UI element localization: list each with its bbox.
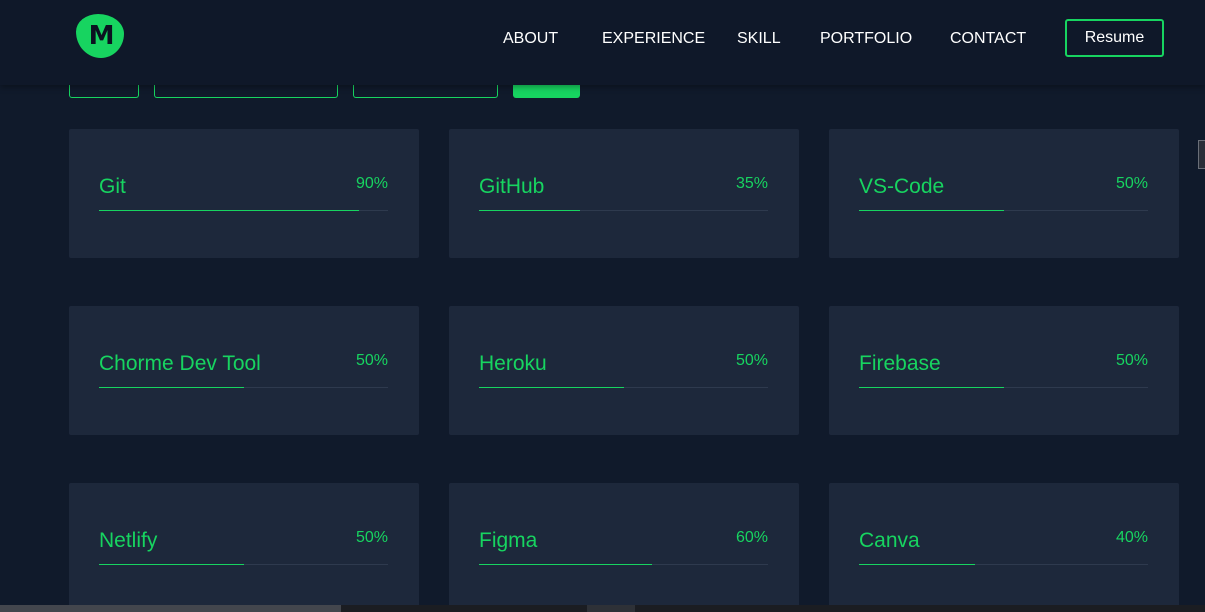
skill-name: Git (99, 175, 126, 198)
skill-card: Canva 40% (829, 483, 1179, 612)
skill-progress-fill (859, 387, 1004, 388)
nav-link-about[interactable]: ABOUT (503, 30, 558, 48)
logo-letter: M (88, 21, 115, 51)
skill-progress-fill (99, 387, 244, 388)
skill-card: Git 90% (69, 129, 419, 258)
nav-link-skill[interactable]: SKILL (737, 30, 781, 48)
skill-progress-fill (99, 564, 244, 565)
skill-percent: 50% (1115, 175, 1148, 192)
logo[interactable]: M (76, 14, 124, 58)
skill-progress-fill (99, 210, 360, 211)
skill-card: Heroku 50% (449, 306, 799, 435)
skill-name: Canva (859, 529, 920, 552)
skill-progress-fill (859, 564, 975, 565)
skill-card: VS-Code 50% (829, 129, 1179, 258)
skill-card: Firebase 50% (829, 306, 1179, 435)
skill-card: GitHub 35% (449, 129, 799, 258)
skill-percent: 50% (355, 352, 388, 369)
skill-progress-track (99, 387, 388, 388)
skill-progress-track (99, 210, 388, 211)
skill-name: VS-Code (859, 175, 945, 198)
skill-card: Figma 60% (449, 483, 799, 612)
skill-percent: 50% (355, 529, 388, 546)
skill-progress-track (479, 387, 768, 388)
navbar: M ABOUT EXPERIENCE SKILL PORTFOLIO CONTA… (0, 0, 1205, 85)
skill-name: Heroku (479, 352, 547, 375)
skill-percent: 50% (735, 352, 768, 369)
skill-card: Netlify 50% (69, 483, 419, 612)
skill-progress-track (479, 564, 768, 565)
skill-name: GitHub (479, 175, 545, 198)
nav-link-portfolio[interactable]: PORTFOLIO (820, 30, 912, 48)
skill-progress-track (99, 564, 388, 565)
horizontal-scrollbar[interactable] (0, 605, 1205, 612)
skill-name: Firebase (859, 352, 941, 375)
skill-progress-fill (479, 564, 653, 565)
skill-card: Chorme Dev Tool 50% (69, 306, 419, 435)
skill-name: Figma (479, 529, 538, 552)
skill-progress-track (479, 210, 768, 211)
skill-name: Netlify (99, 529, 158, 552)
skill-percent: 90% (355, 175, 388, 192)
scrollbar-marker (587, 605, 635, 612)
skill-progress-fill (859, 210, 1004, 211)
resume-button[interactable]: Resume (1065, 19, 1164, 57)
skill-percent: 35% (735, 175, 768, 192)
nav-link-contact[interactable]: CONTACT (950, 30, 1026, 48)
nav-link-experience[interactable]: EXPERIENCE (602, 30, 705, 48)
skill-progress-fill (479, 210, 581, 211)
skill-percent: 40% (1115, 529, 1148, 546)
side-panel-tab[interactable] (1198, 140, 1205, 169)
skill-progress-fill (479, 387, 624, 388)
skill-progress-track (859, 564, 1148, 565)
scrollbar-thumb[interactable] (0, 605, 341, 612)
skill-percent: 50% (1115, 352, 1148, 369)
skill-name: Chorme Dev Tool (99, 352, 261, 375)
skill-progress-track (859, 210, 1148, 211)
skill-percent: 60% (735, 529, 768, 546)
skill-progress-track (859, 387, 1148, 388)
